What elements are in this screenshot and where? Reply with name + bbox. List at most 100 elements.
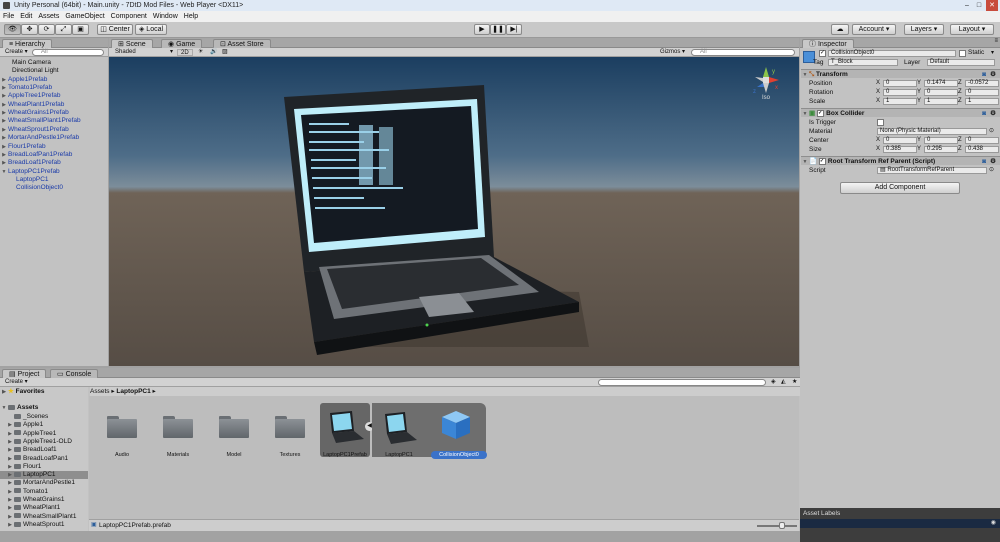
hierarchy-item[interactable]: ▶ AppleTree1Prefab (0, 92, 107, 100)
expand-arrow-icon[interactable]: ▶ (6, 471, 14, 479)
shading-dropdown-arrow[interactable]: ▾ (167, 49, 176, 56)
expand-arrow-icon[interactable]: ▶ (6, 496, 14, 504)
tab-scene[interactable]: ⊞ Scene (111, 39, 153, 48)
transform-header[interactable]: ▼ ⤡ Transform ◙ ⚙ (801, 69, 1000, 78)
project-folder-item[interactable]: ▶ WheatSmallPlant1 (0, 513, 88, 521)
step-button[interactable]: ▶| (506, 24, 522, 35)
hierarchy-item[interactable]: ▶ WheatSprout1Prefab (0, 126, 107, 134)
scale-tool-button[interactable]: ⤢ (55, 24, 72, 35)
transform-x-field[interactable]: 0 (883, 89, 917, 96)
axis-label-x[interactable]: X (876, 97, 880, 106)
play-button[interactable]: ▶ (474, 24, 490, 35)
transform-y-field[interactable]: 1 (924, 98, 958, 105)
expand-arrow-icon[interactable]: ▶ (0, 126, 8, 134)
expand-arrow-icon[interactable]: ▶ (0, 117, 8, 125)
static-checkbox[interactable] (959, 50, 966, 57)
project-folder-item[interactable]: ▶ AppleTree1 (0, 430, 88, 438)
script-component-header[interactable]: ▼ 📄 ✓ Root Transform Ref Parent (Script) ◙… (801, 156, 1000, 165)
box-collider-enable-checkbox[interactable]: ✓ (817, 109, 825, 117)
collider-size-x-field[interactable]: 0.385 (883, 146, 917, 153)
expand-arrow-icon[interactable]: ▶ (6, 488, 14, 496)
collider-center-x-field[interactable]: 0 (883, 137, 917, 144)
transform-y-field[interactable]: 0 (924, 89, 958, 96)
scene-viewport[interactable]: y x z Iso (109, 57, 799, 366)
asset-label-model[interactable]: Model (204, 452, 264, 458)
expand-arrow-icon[interactable]: ▶ (6, 455, 14, 463)
thumbnail-size-slider[interactable] (757, 525, 797, 527)
transform-settings-icon[interactable]: ⚙ (990, 70, 996, 79)
script-object-field[interactable]: ▤ RootTransformRefParent (877, 167, 987, 174)
layout-dropdown[interactable]: Layout ▾ (950, 24, 994, 35)
expand-arrow-icon[interactable]: ▶ (0, 109, 8, 117)
project-folder-item[interactable]: ▶ WheatSprout1 (0, 521, 88, 529)
expand-arrow-icon[interactable]: ▶ (0, 76, 8, 84)
collider-center-y-field[interactable]: 0 (924, 137, 958, 144)
tag-dropdown[interactable]: T_Block (828, 59, 898, 66)
layer-dropdown[interactable]: Default (927, 59, 995, 66)
assets-root-item[interactable]: ▼ Assets (0, 404, 88, 412)
maximize-button[interactable]: □ (974, 0, 984, 11)
expand-arrow-icon[interactable]: ▶ (0, 143, 8, 151)
project-folder-item[interactable]: ▶ WheatPlant1 (0, 504, 88, 512)
pivot-center-button[interactable]: ◫ Center (97, 24, 133, 35)
hierarchy-item[interactable]: ▶ WheatPlant1Prefab (0, 101, 107, 109)
project-folder-item[interactable]: ▶ BreadLoaf1 (0, 446, 88, 454)
project-folder-item[interactable]: ▶ LaptopPC1 (0, 471, 88, 480)
lighting-icon[interactable]: ☀ (195, 49, 206, 56)
move-tool-button[interactable]: ✥ (21, 24, 38, 35)
hierarchy-item[interactable]: ▶ BreadLoaf1Prefab (0, 159, 107, 167)
rect-tool-button[interactable]: ▣ (72, 24, 89, 35)
rotate-tool-button[interactable]: ⟳ (38, 24, 55, 35)
project-search-input[interactable] (598, 379, 766, 386)
asset-label-laptoppc1prefab[interactable]: LaptopPC1Prefab (315, 452, 375, 458)
hierarchy-item[interactable]: CollisionObject0 (0, 184, 107, 192)
scene-projection-label[interactable]: Iso (751, 95, 781, 101)
asset-folder-textures[interactable] (275, 416, 305, 438)
expand-arrow-icon[interactable]: ▶ (6, 521, 14, 529)
scene-orientation-gizmo[interactable]: y x z Iso (751, 65, 781, 101)
transform-z-field[interactable]: 1 (965, 98, 999, 105)
project-folder-item[interactable]: ▶ Apple1 (0, 421, 88, 429)
toggle-2d-button[interactable]: 2D (177, 49, 193, 56)
hierarchy-item[interactable]: ▶ MortarAndPestle1Prefab (0, 134, 107, 142)
pause-button[interactable]: ❚❚ (490, 24, 506, 35)
collider-center-z-field[interactable]: 0 (965, 137, 999, 144)
box-collider-help-icon[interactable]: ◙ (982, 109, 986, 118)
minimize-button[interactable]: – (962, 0, 972, 11)
asset-label-laptoppc1[interactable]: LaptopPC1 (369, 452, 429, 458)
hierarchy-item[interactable]: ▼ LaptopPC1Prefab (0, 168, 107, 176)
script-help-icon[interactable]: ◙ (982, 157, 986, 166)
expand-arrow-icon[interactable]: ▶ (0, 101, 8, 109)
asset-folder-materials[interactable] (163, 416, 193, 438)
hierarchy-item[interactable]: ▶ BreadLoafPan1Prefab (0, 151, 107, 159)
tab-hierarchy[interactable]: ≡ Hierarchy (2, 39, 52, 48)
project-folder-item[interactable]: ▶ MortarAndPestle1 (0, 479, 88, 487)
hierarchy-item[interactable]: ▶ Tomato1Prefab (0, 84, 107, 92)
hierarchy-item[interactable]: ▶ Apple1Prefab (0, 76, 107, 84)
menu-edit[interactable]: Edit (17, 11, 35, 22)
transform-help-icon[interactable]: ◙ (982, 70, 986, 79)
tab-project[interactable]: ▤ Project (2, 369, 47, 378)
project-folder-item[interactable]: ▶ AppleTree1-OLD (0, 438, 88, 446)
axis-label-x[interactable]: X (876, 145, 880, 154)
close-button[interactable]: ✕ (986, 0, 998, 11)
collider-size-y-field[interactable]: 0.295 (924, 146, 958, 153)
hierarchy-item[interactable]: ▶ WheatGrains1Prefab (0, 109, 107, 117)
asset-label-textures[interactable]: Textures (260, 452, 320, 458)
transform-y-field[interactable]: 0.1474 (924, 80, 958, 87)
menu-component[interactable]: Component (108, 11, 150, 22)
expand-arrow-icon[interactable]: ▶ (6, 430, 14, 438)
pivot-local-button[interactable]: ◈ Local (135, 24, 167, 35)
breadcrumb-laptoppc1[interactable]: LaptopPC1 (116, 388, 150, 395)
expand-arrow-icon[interactable]: ▶ (6, 463, 14, 471)
is-trigger-checkbox[interactable] (877, 119, 884, 126)
transform-x-field[interactable]: 1 (883, 98, 917, 105)
axis-label-z[interactable]: Z (958, 79, 962, 88)
layers-dropdown[interactable]: Layers ▾ (904, 24, 944, 35)
hierarchy-item[interactable]: Directional Light (0, 67, 107, 75)
asset-collisionobject0-cube[interactable] (440, 409, 472, 441)
object-name-field[interactable]: CollisionObject0 (828, 50, 956, 57)
project-folder-item[interactable]: ▶ BreadLoafPan1 (0, 455, 88, 463)
axis-label-y[interactable]: Y (917, 97, 921, 106)
expand-arrow-icon[interactable]: ▶ (0, 134, 8, 142)
